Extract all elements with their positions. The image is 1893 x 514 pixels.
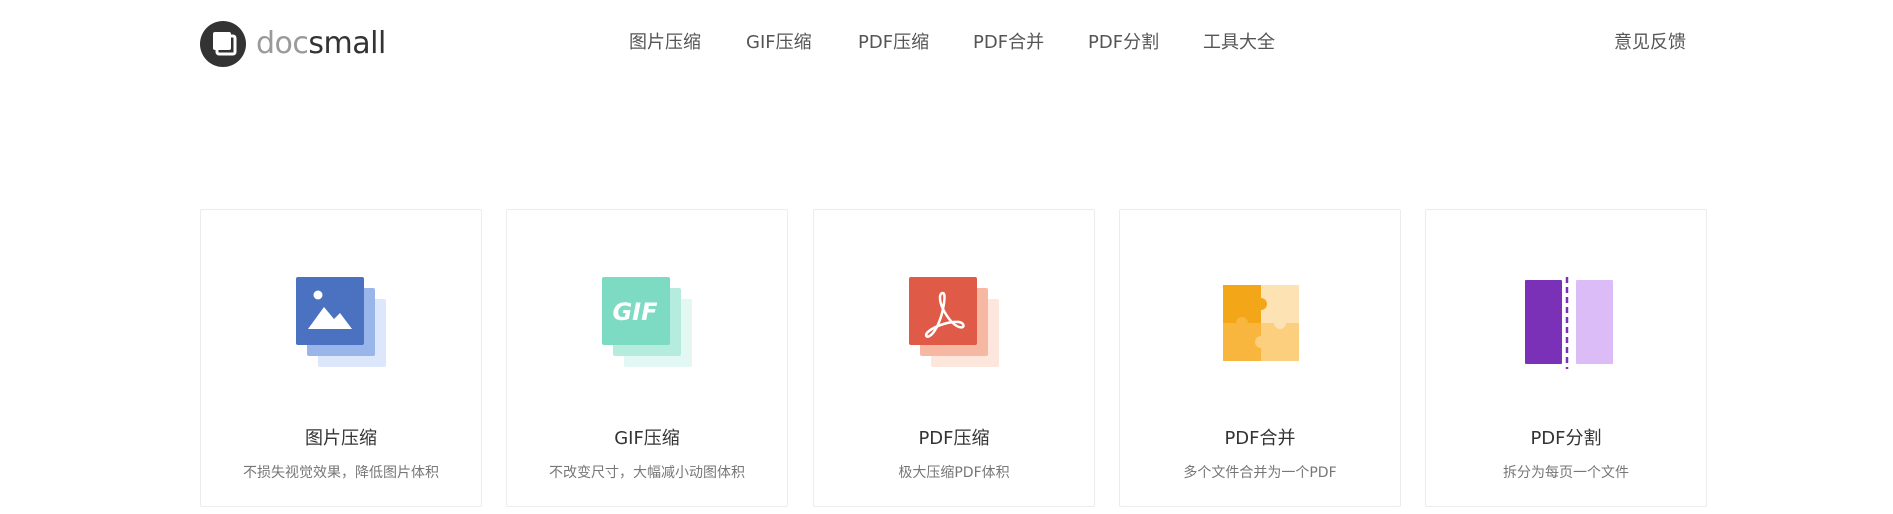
card-pdf-compress[interactable]: PDF压缩 极大压缩PDF体积: [813, 209, 1095, 507]
card-pdf-merge[interactable]: PDF合并 多个文件合并为一个PDF: [1119, 209, 1401, 507]
logo-icon: [200, 21, 246, 67]
pdf-icon: [909, 277, 999, 367]
gif-icon-label: GIF: [612, 298, 658, 326]
card-description: 不损失视觉效果，降低图片体积: [243, 465, 439, 481]
card-title: 图片压缩: [305, 428, 377, 449]
brand-prefix: doc: [256, 26, 309, 61]
card-title: PDF压缩: [918, 428, 990, 449]
nav-all-tools[interactable]: 工具大全: [1203, 29, 1275, 57]
image-icon: [296, 277, 386, 367]
card-title: PDF分割: [1530, 428, 1602, 449]
split-icon: [1525, 277, 1613, 369]
nav-pdf-merge[interactable]: PDF合并: [973, 29, 1044, 57]
gif-icon: GIF: [602, 277, 692, 367]
card-pdf-split[interactable]: PDF分割 拆分为每页一个文件: [1425, 209, 1707, 507]
puzzle-icon: [1223, 285, 1299, 361]
card-title: PDF合并: [1224, 428, 1296, 449]
brand-suffix: small: [308, 26, 386, 61]
card-description: 多个文件合并为一个PDF: [1183, 465, 1337, 481]
card-gif-compress[interactable]: GIF GIF压缩 不改变尺寸，大幅减小动图体积: [506, 209, 788, 507]
nav-pdf-compress[interactable]: PDF压缩: [858, 29, 929, 57]
nav-pdf-split[interactable]: PDF分割: [1088, 29, 1159, 57]
card-description: 拆分为每页一个文件: [1503, 465, 1629, 481]
brand-name: docsmall: [256, 21, 386, 67]
nav-image-compress[interactable]: 图片压缩: [629, 29, 701, 57]
card-image-compress[interactable]: 图片压缩 不损失视觉效果，降低图片体积: [200, 209, 482, 507]
card-description: 极大压缩PDF体积: [898, 465, 1010, 481]
nav-gif-compress[interactable]: GIF压缩: [746, 29, 812, 57]
top-bar: docsmall 图片压缩 GIF压缩 PDF压缩 PDF合并 PDF分割 工具…: [0, 0, 1893, 84]
feedback-link[interactable]: 意见反馈: [1614, 29, 1686, 57]
logo[interactable]: docsmall: [200, 21, 386, 67]
card-title: GIF压缩: [614, 428, 680, 449]
card-description: 不改变尺寸，大幅减小动图体积: [549, 465, 745, 481]
